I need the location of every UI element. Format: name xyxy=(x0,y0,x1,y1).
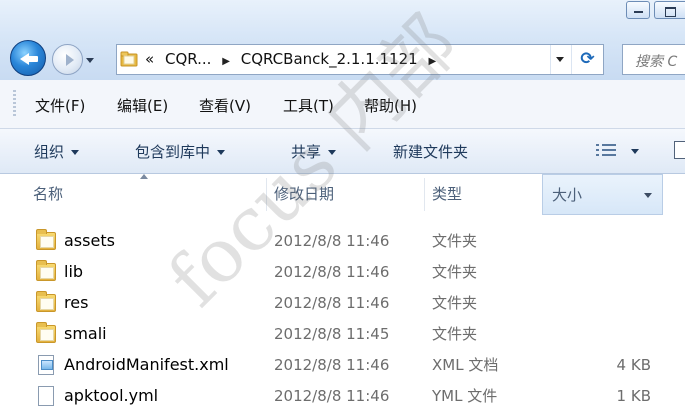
column-header-type[interactable]: 类型 xyxy=(432,174,462,215)
file-row[interactable]: smali 2012/8/8 11:45 文件夹 xyxy=(0,319,685,349)
command-bar: 组织 包含到库中 共享 新建文件夹 xyxy=(0,129,685,174)
column-header-name[interactable]: 名称 xyxy=(33,174,63,215)
search-placeholder: 搜索 C xyxy=(635,54,678,70)
new-folder-button[interactable]: 新建文件夹 xyxy=(393,141,468,162)
file-row[interactable]: assets 2012/8/8 11:46 文件夹 xyxy=(0,226,685,256)
recent-pages-dropdown[interactable] xyxy=(86,58,94,63)
file-type: 文件夹 xyxy=(432,294,478,312)
file-date: 2012/8/8 11:46 xyxy=(274,263,390,281)
file-date: 2012/8/8 11:46 xyxy=(274,294,390,312)
search-box[interactable]: 搜索 C xyxy=(622,44,685,75)
file-icon xyxy=(38,386,54,406)
maximize-icon xyxy=(665,7,676,17)
chevron-down-icon xyxy=(328,150,337,155)
breadcrumb-overflow[interactable]: « xyxy=(145,50,154,68)
preview-pane-icon[interactable] xyxy=(674,141,685,159)
file-date: 2012/8/8 11:45 xyxy=(274,325,390,343)
maximize-button[interactable] xyxy=(654,1,685,19)
share-button[interactable]: 共享 xyxy=(291,141,337,162)
chevron-down-icon xyxy=(217,150,226,155)
column-divider[interactable] xyxy=(424,178,425,211)
view-dropdown-icon[interactable] xyxy=(631,149,639,154)
include-library-label: 包含到库中 xyxy=(135,143,211,161)
breadcrumb-item-current[interactable]: CQRCBanck_2.1.1.1121 xyxy=(241,50,418,68)
menu-help[interactable]: 帮助(H) xyxy=(364,95,417,116)
file-name: AndroidManifest.xml xyxy=(64,355,229,374)
file-row[interactable]: res 2012/8/8 11:46 文件夹 xyxy=(0,288,685,318)
file-date: 2012/8/8 11:46 xyxy=(274,356,390,374)
xml-file-icon xyxy=(38,355,54,375)
chevron-down-icon xyxy=(71,150,80,155)
file-name: assets xyxy=(64,231,115,250)
address-dropdown-button[interactable] xyxy=(550,45,569,74)
minimize-icon xyxy=(634,11,643,13)
sort-ascending-icon xyxy=(140,174,148,179)
forward-button[interactable] xyxy=(52,44,83,75)
folder-icon xyxy=(36,229,56,250)
column-header-size-label: 大小 xyxy=(552,186,583,204)
file-row[interactable]: lib 2012/8/8 11:46 文件夹 xyxy=(0,257,685,287)
refresh-icon[interactable]: ⟳ xyxy=(571,45,603,74)
file-row[interactable]: AndroidManifest.xml 2012/8/8 11:46 XML 文… xyxy=(0,350,685,380)
chevron-down-icon[interactable] xyxy=(644,193,652,198)
breadcrumb-separator-icon[interactable]: ▶ xyxy=(222,47,230,76)
include-in-library-button[interactable]: 包含到库中 xyxy=(135,141,226,162)
window-chrome: « CQR... ▶ CQRCBanck_2.1.1.1121 ▶ ⟳ 搜索 C xyxy=(0,0,685,81)
breadcrumb-item[interactable]: CQR... xyxy=(165,50,211,68)
menu-file[interactable]: 文件(F) xyxy=(35,95,85,116)
folder-icon xyxy=(36,260,56,281)
breadcrumb-separator-icon[interactable]: ▶ xyxy=(428,47,436,76)
folder-icon xyxy=(120,51,138,67)
file-type: 文件夹 xyxy=(432,325,478,343)
folder-icon xyxy=(36,291,56,312)
address-bar[interactable]: « CQR... ▶ CQRCBanck_2.1.1.1121 ▶ ⟳ xyxy=(116,44,604,75)
folder-icon xyxy=(36,322,56,343)
column-headers: 名称 修改日期 类型 大小 xyxy=(0,174,685,215)
file-size: 4 KB xyxy=(616,356,651,374)
organize-label: 组织 xyxy=(34,143,65,161)
column-header-size[interactable]: 大小 xyxy=(542,174,663,215)
menu-edit[interactable]: 编辑(E) xyxy=(117,95,168,116)
view-options-icon[interactable] xyxy=(596,144,616,158)
file-name: res xyxy=(64,293,89,312)
menu-tools[interactable]: 工具(T) xyxy=(283,95,334,116)
file-type: XML 文档 xyxy=(432,356,499,374)
file-type: 文件夹 xyxy=(432,232,478,250)
menu-bar: 文件(F) 编辑(E) 查看(V) 工具(T) 帮助(H) xyxy=(0,80,685,129)
menu-grip xyxy=(13,90,16,118)
file-name: smali xyxy=(64,324,107,343)
organize-button[interactable]: 组织 xyxy=(34,141,80,162)
file-name: lib xyxy=(64,262,84,281)
column-header-date[interactable]: 修改日期 xyxy=(274,174,334,215)
share-label: 共享 xyxy=(291,143,322,161)
back-button[interactable] xyxy=(10,40,46,76)
menu-view[interactable]: 查看(V) xyxy=(199,95,251,116)
breadcrumb: « CQR... ▶ CQRCBanck_2.1.1.1121 ▶ xyxy=(145,45,442,74)
file-date: 2012/8/8 11:46 xyxy=(274,232,390,250)
column-divider[interactable] xyxy=(266,178,267,211)
minimize-button[interactable] xyxy=(626,1,650,19)
file-type: 文件夹 xyxy=(432,263,478,281)
